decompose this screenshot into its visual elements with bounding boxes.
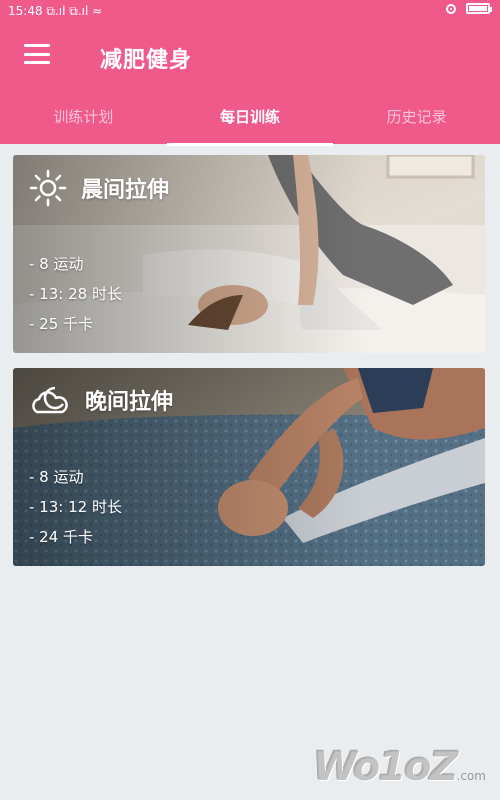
status-time: 15:48 ⧉.ıl ⧉.ıl ≈ [8,4,102,19]
location-icon [446,3,456,14]
moon-cloud-icon [32,386,68,414]
sun-icon [29,169,67,207]
stat-duration: - 13: 28 时长 [29,285,122,303]
watermark-logo: Wo1oZ.com [313,744,486,790]
morning-stretch-card[interactable]: 晨间拉伸 - 8 运动 - 13: 28 时长 - 25 千卡 [13,155,485,353]
clock: 15:48 [8,4,43,18]
tab-history[interactable]: 历史记录 [333,92,500,144]
status-bar: 15:48 ⧉.ıl ⧉.ıl ≈ [0,0,500,22]
watermark-text: Wo1oZ [312,744,459,790]
evening-stretch-card[interactable]: 晚间拉伸 - 8 运动 - 13: 12 时长 - 24 千卡 [13,368,485,566]
stat-calories: - 24 千卡 [29,528,94,546]
watermark-domain: .com [456,769,486,783]
stat-duration: - 13: 12 时长 [29,498,122,516]
tab-training-plan[interactable]: 训练计划 [0,92,167,144]
status-right [446,3,492,14]
card-title: 晚间拉伸 [85,390,174,415]
stat-exercises: - 8 运动 [29,468,84,486]
card-stats: - 8 运动 - 13: 28 时长 - 25 千卡 [29,249,122,339]
card-title: 晨间拉伸 [81,178,170,203]
signal-indicators: ⧉.ıl ⧉.ıl ≈ [46,4,103,18]
card-header: 晨间拉伸 [29,169,169,207]
tab-bar: 训练计划 每日训练 历史记录 [0,92,500,146]
page-title: 减肥健身 [100,48,193,73]
card-stats: - 8 运动 - 13: 12 时长 - 24 千卡 [29,462,122,552]
stat-exercises: - 8 运动 [29,255,84,273]
app-toolbar: 减肥健身 [0,22,500,92]
tab-daily-training[interactable]: 每日训练 [166,92,334,146]
menu-icon[interactable] [24,44,50,64]
stat-calories: - 25 千卡 [29,315,94,333]
battery-icon [466,3,492,14]
card-header: 晚间拉伸 [29,382,173,418]
